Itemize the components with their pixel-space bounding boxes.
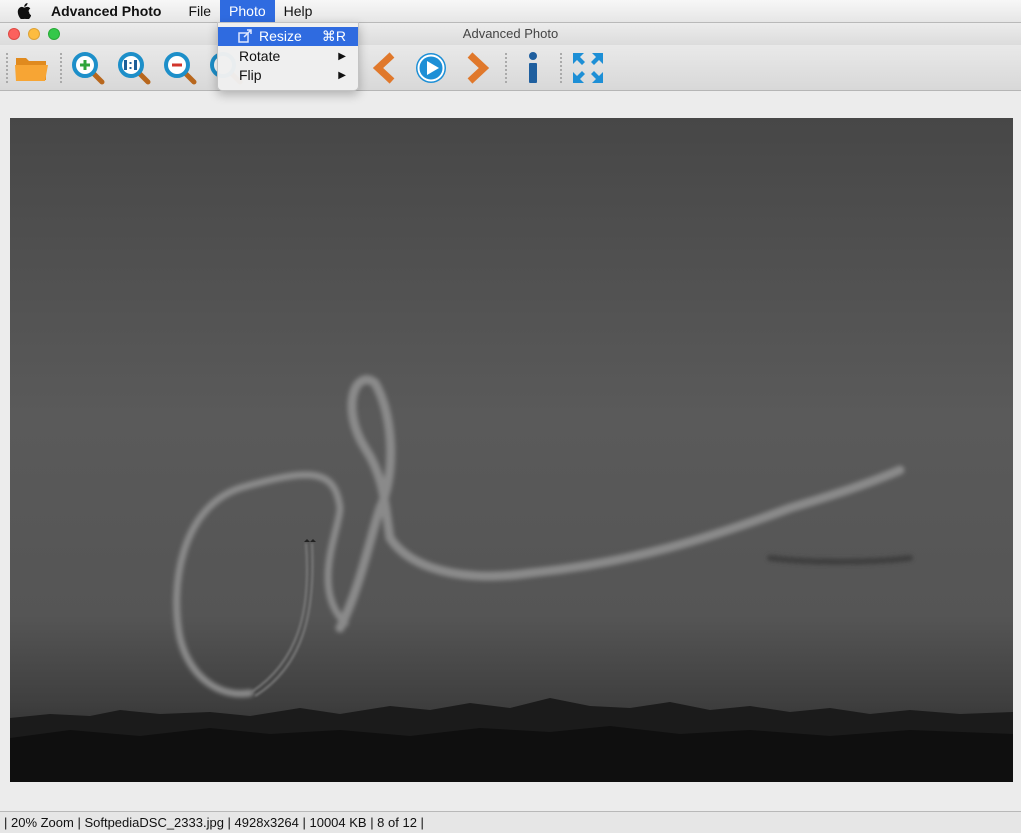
toolbar-separator — [6, 53, 10, 83]
info-button[interactable] — [514, 49, 552, 87]
menu-item-label: Flip — [239, 67, 262, 83]
window-title-bar: Advanced Photo — [0, 23, 1021, 45]
menu-file[interactable]: File — [179, 0, 220, 22]
toolbar-separator — [60, 53, 64, 83]
photo-menu-dropdown: Resize ⌘R Rotate ▶ Flip ▶ — [217, 22, 359, 91]
menu-item-label: Resize — [259, 28, 302, 44]
zoom-actual-size-icon — [118, 52, 151, 85]
play-slideshow-button[interactable] — [412, 49, 450, 87]
next-photo-button[interactable] — [458, 49, 496, 87]
menu-photo[interactable]: Photo — [220, 0, 275, 22]
chevron-left-icon — [372, 52, 395, 84]
toolbar — [0, 45, 1021, 91]
toolbar-separator — [560, 53, 564, 83]
zoom-out-icon — [164, 52, 197, 85]
photo-canvas[interactable] — [10, 118, 1013, 782]
window-title: Advanced Photo — [462, 26, 559, 41]
previous-photo-button[interactable] — [366, 49, 404, 87]
airshow-photo — [10, 375, 1013, 782]
minimize-window-button[interactable] — [28, 28, 40, 40]
apple-icon[interactable] — [17, 3, 37, 19]
info-icon — [529, 52, 537, 83]
menu-item-shortcut: ⌘R — [321, 28, 346, 44]
submenu-arrow-icon: ▶ — [338, 70, 346, 81]
app-menu[interactable]: Advanced Photo — [51, 3, 161, 19]
toolbar-separator — [505, 53, 509, 83]
expand-icon — [573, 53, 603, 83]
play-icon — [416, 53, 446, 83]
menu-item-flip[interactable]: Flip ▶ — [218, 66, 358, 85]
zoom-in-button[interactable] — [69, 49, 107, 87]
menu-item-rotate[interactable]: Rotate ▶ — [218, 47, 358, 66]
submenu-arrow-icon: ▶ — [338, 51, 346, 62]
zoom-out-button[interactable] — [161, 49, 199, 87]
maximize-window-button[interactable] — [48, 28, 60, 40]
status-bar: | 20% Zoom | SoftpediaDSC_2333.jpg | 492… — [0, 811, 1021, 833]
fullscreen-button[interactable] — [569, 49, 607, 87]
menu-item-label: Rotate — [239, 48, 281, 64]
menu-bar: Advanced Photo File Photo Help — [0, 0, 1021, 23]
zoom-in-icon — [72, 52, 105, 85]
zoom-actual-size-button[interactable] — [115, 49, 153, 87]
resize-icon — [238, 29, 252, 48]
menu-help[interactable]: Help — [275, 0, 322, 22]
close-window-button[interactable] — [8, 28, 20, 40]
open-folder-button[interactable] — [13, 49, 51, 87]
menu-item-resize[interactable]: Resize ⌘R — [218, 27, 358, 46]
folder-icon — [15, 58, 48, 81]
chevron-right-icon — [467, 52, 490, 84]
image-viewer-area — [0, 91, 1021, 811]
